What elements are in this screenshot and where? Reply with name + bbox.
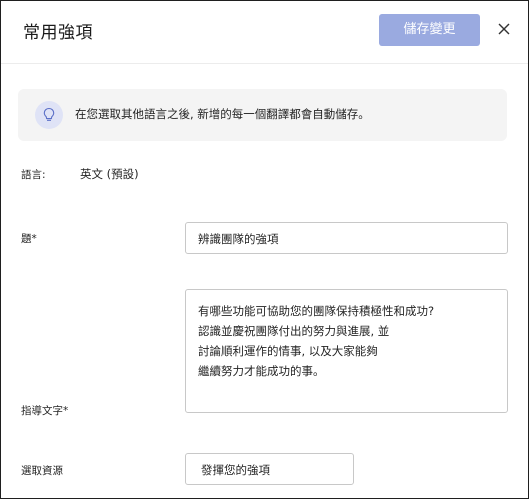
dialog-header: 常用強項 儲存變更: [1, 1, 528, 64]
resource-selector-value: 發揮您的強項: [201, 463, 270, 477]
info-banner-text: 在您選取其他語言之後, 新增的每一個翻譯都會自動儲存。: [75, 107, 370, 121]
info-banner: 在您選取其他語言之後, 新增的每一個翻譯都會自動儲存。: [18, 89, 507, 141]
guidance-line: 認識並慶祝團隊付出的努力與進展, 並: [198, 324, 390, 338]
guidance-line: 討論順利運作的情事, 以及大家能夠: [198, 344, 378, 358]
guidance-text-area[interactable]: 有哪些功能可協助您的團隊保持積極性和成功? 認識並慶祝團隊付出的努力與進展, 並…: [185, 289, 508, 413]
dialog-title: 常用強項: [23, 23, 93, 43]
resource-selector[interactable]: 發揮您的強項: [185, 453, 354, 485]
guidance-line: 繼續努力才能成功的事。: [198, 364, 325, 378]
dialog: 常用強項 儲存變更 在您選取其他語言之後, 新增的每一個翻譯都會自動儲存。 語言…: [0, 0, 529, 499]
close-icon[interactable]: [495, 20, 513, 38]
save-changes-button[interactable]: 儲存變更: [379, 14, 480, 46]
lightbulb-icon: [35, 101, 63, 129]
language-value: 英文 (預設): [80, 167, 139, 181]
guidance-text-label: 指導文字*: [21, 405, 69, 417]
language-label: 語言:: [21, 169, 46, 181]
title-label: 題*: [21, 233, 37, 245]
title-input-value: 辨識團隊的強項: [198, 232, 279, 246]
title-input[interactable]: 辨識團隊的強項: [185, 222, 508, 254]
select-resource-label: 選取資源: [21, 465, 63, 477]
guidance-line: 有哪些功能可協助您的團隊保持積極性和成功?: [198, 304, 435, 318]
